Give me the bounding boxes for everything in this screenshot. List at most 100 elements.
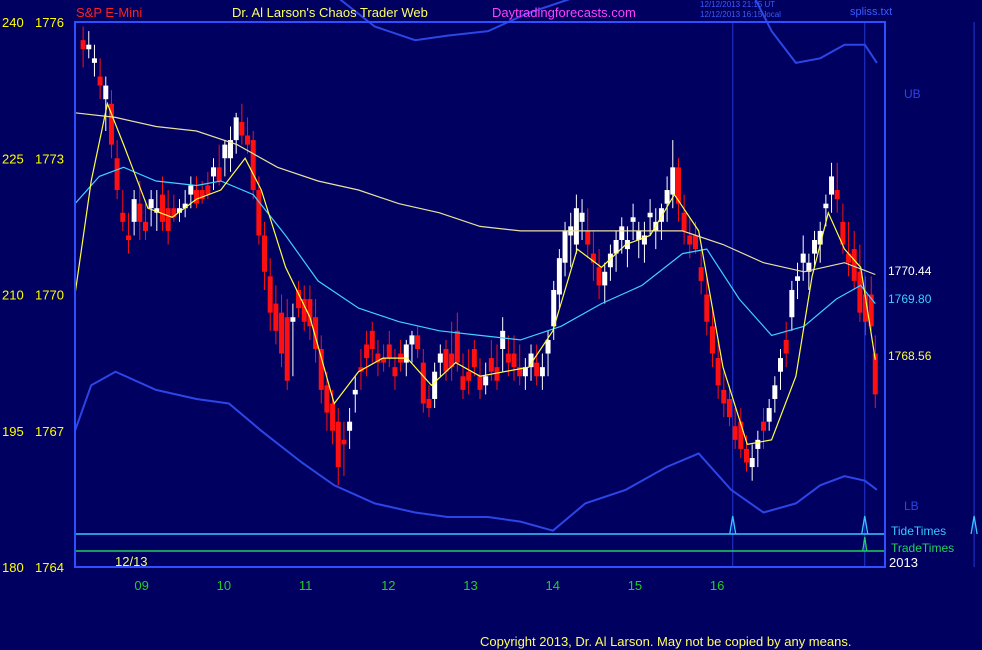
- candle-down: [256, 190, 262, 236]
- lower-band-label: LB: [904, 499, 919, 513]
- candle-down: [318, 349, 324, 390]
- file-name: spliss.txt: [850, 6, 892, 18]
- candle-up: [233, 117, 239, 141]
- candle-up: [556, 258, 562, 295]
- candle-up: [789, 289, 795, 318]
- candle-up: [347, 421, 353, 431]
- candle-down: [97, 76, 103, 86]
- candle-down: [159, 194, 165, 222]
- candle-down: [783, 339, 789, 354]
- candle-down: [324, 385, 330, 413]
- candle-down: [267, 276, 273, 313]
- timestamp-ut: 12/12/2013 21:15 UT: [700, 0, 775, 9]
- candle-down: [687, 235, 693, 245]
- site-link[interactable]: Daytradingforecasts.com: [492, 5, 636, 20]
- candle-up: [800, 253, 806, 263]
- candle-down: [443, 349, 449, 372]
- candle-down: [205, 185, 211, 195]
- candle-down: [142, 221, 148, 231]
- price-label-slow: 1770.44: [888, 264, 932, 278]
- candle-up: [573, 208, 579, 245]
- candle-up: [829, 176, 835, 195]
- legend-trade: TradeTimes: [891, 541, 954, 555]
- y-tick-price: 1773: [35, 151, 64, 166]
- candle-up: [630, 217, 636, 222]
- candle-down: [732, 426, 738, 440]
- candle-down: [165, 208, 171, 231]
- candle-down: [743, 448, 749, 463]
- symbol-label: S&P E-Mini: [76, 5, 142, 20]
- candle-down: [460, 376, 466, 390]
- candle-down: [330, 403, 336, 431]
- candle-down: [80, 40, 86, 50]
- candle-down: [534, 362, 540, 377]
- header-title: Dr. Al Larson's Chaos Trader Web: [232, 5, 428, 20]
- candle-up: [409, 335, 415, 345]
- candle-up: [539, 367, 545, 377]
- candle-down: [596, 267, 602, 286]
- y-tick-left: 180: [2, 560, 24, 575]
- x-tick-label: 09: [134, 578, 148, 593]
- candle-down: [392, 367, 398, 377]
- candle-down: [341, 439, 347, 445]
- candle-up: [148, 199, 154, 209]
- candle-up: [131, 199, 137, 222]
- x-tick-label: 14: [545, 578, 559, 593]
- candle-down: [704, 294, 710, 322]
- candle-down: [681, 212, 687, 231]
- x-tick-label: 13: [463, 578, 477, 593]
- candle-down: [284, 317, 290, 381]
- y-tick-price: 1770: [35, 288, 64, 303]
- candle-up: [86, 44, 92, 50]
- candle-down: [426, 398, 432, 409]
- chart-background: [0, 0, 982, 650]
- x-tick-label: 10: [217, 578, 231, 593]
- candle-up: [812, 240, 818, 254]
- candle-up: [619, 226, 625, 240]
- candle-down: [415, 335, 421, 349]
- candle-up: [670, 167, 676, 195]
- legend-tide: TideTimes: [891, 524, 946, 538]
- candle-down: [137, 203, 143, 222]
- candle-down: [692, 235, 698, 250]
- candle-down: [761, 421, 766, 431]
- x-tick-label: 11: [299, 578, 313, 593]
- candle-down: [194, 190, 199, 204]
- candle-down: [511, 353, 517, 368]
- y-tick-left: 210: [2, 288, 24, 303]
- candle-up: [222, 144, 228, 159]
- candle-up: [579, 212, 585, 222]
- candle-up: [290, 317, 296, 322]
- candle-down: [857, 271, 863, 313]
- candle-down: [726, 398, 732, 418]
- x-tick-label: 15: [628, 578, 642, 593]
- candle-up: [766, 408, 772, 422]
- candle-down: [585, 230, 591, 245]
- candle-up: [772, 385, 778, 399]
- price-label-medium: 1769.80: [888, 292, 932, 306]
- y-tick-price: 1764: [35, 560, 64, 575]
- candle-up: [602, 271, 608, 286]
- candle-up: [749, 458, 755, 468]
- candle-down: [335, 421, 341, 468]
- candle-up: [352, 389, 358, 395]
- candle-down: [466, 371, 472, 381]
- candle-up: [211, 167, 217, 177]
- candle-up: [778, 358, 784, 372]
- candle-down: [125, 235, 131, 240]
- candle-up: [500, 330, 506, 349]
- upper-band-label: UB: [904, 87, 921, 101]
- candle-up: [755, 439, 761, 449]
- candle-up: [562, 230, 568, 263]
- candle-up: [432, 371, 438, 399]
- candle-down: [273, 303, 279, 331]
- y-tick-left: 225: [2, 151, 24, 166]
- candle-up: [795, 276, 801, 281]
- x-tick-label: 12: [381, 578, 395, 593]
- candle-down: [505, 353, 511, 363]
- candle-down: [721, 389, 727, 404]
- x-tick-label: 16: [710, 578, 724, 593]
- candle-up: [545, 339, 551, 354]
- candle-down: [709, 326, 715, 354]
- candle-down: [715, 358, 721, 386]
